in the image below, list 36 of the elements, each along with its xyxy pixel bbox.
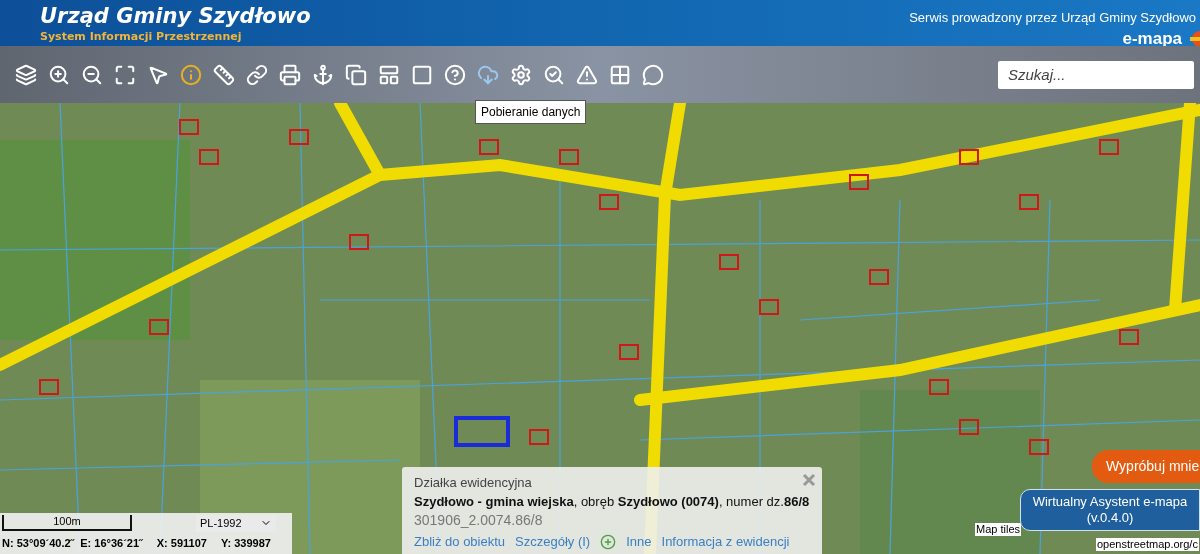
map-drawing[interactable] [0,103,1200,554]
attribution-text: Map tiles [975,523,1022,536]
longitude-readout: E: 16°36´21˝ [80,535,143,551]
attribution-link[interactable]: openstreetmap.org/c [1096,538,1199,551]
service-text: Serwis prowadzony przez Urząd Gminy Szydłowo [909,9,1197,27]
panel-link[interactable]: Zbliż do obiektu [414,532,506,552]
info-icon[interactable] [179,62,203,87]
panel-title: Działka ewidencyjna [414,474,532,492]
ruler-icon[interactable] [212,62,236,87]
close-icon[interactable] [802,473,816,487]
chat-icon[interactable] [641,62,665,87]
assistant-button[interactable]: Wirtualny Asystent e-mapa (v.0.4.0) [1020,489,1200,531]
x-coordinate: X: 591107 [156,535,207,551]
help-icon[interactable] [443,62,467,87]
parcel-description: Szydłowo - gmina wiejska, obręb Szydłowo (0074), numer dz.86/8 [414,493,810,511]
logo-text: e-mapa [1122,29,1182,48]
link-icon[interactable] [245,62,269,87]
site-title: Urząd Gminy Szydłowo [40,6,311,27]
search-field[interactable]: Szukaj... [998,60,1194,89]
overlay-icon[interactable] [344,62,368,87]
panel-link[interactable]: Informacja z ewidencji [661,532,790,552]
settings-icon[interactable] [509,62,533,87]
add-icon[interactable] [600,533,617,550]
site-subtitle: System Informacji Przestrzennej [40,30,243,44]
anchor-icon[interactable] [311,62,335,87]
parcel-identifier: 301906_2.0074.86/8 [414,511,544,530]
layers-icon[interactable] [14,62,38,87]
panel-link[interactable]: Szczegóły (I) [515,532,591,552]
y-coordinate: Y: 339987 [220,535,271,551]
crs-dropdown[interactable]: PL-1992 [196,515,276,532]
try-me-button[interactable]: Wypróbuj mnie [1092,450,1200,483]
scale-bar: 100m [2,515,132,531]
tooltip: Pobieranie danych [475,100,587,124]
print-icon[interactable] [278,62,302,87]
panel-link[interactable]: Inne [626,532,652,552]
latitude-readout: N: 53°09´40.2˝ [2,535,75,551]
